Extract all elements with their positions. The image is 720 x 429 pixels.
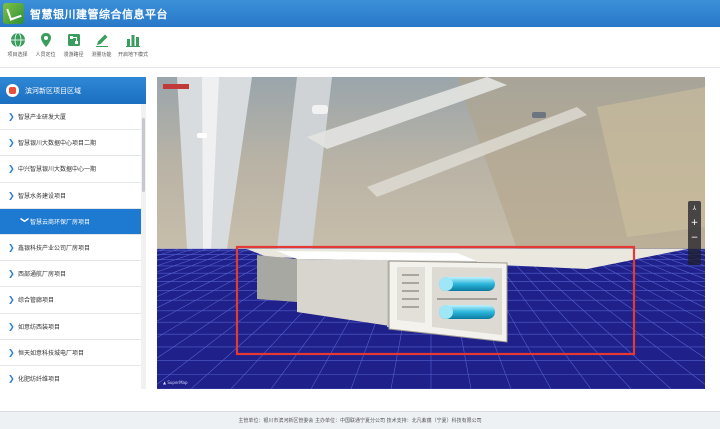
sidebar-item-bigdata-phase2[interactable]: ❯ 智慧银川大数据中心项目二期 bbox=[0, 130, 146, 157]
sidebar-item-label: 中兴智慧银川大数据中心一期 bbox=[18, 166, 97, 174]
sidebar-item-label: 智慧银川大数据中心项目二期 bbox=[18, 140, 97, 148]
chevron-right-icon: ❯ bbox=[8, 347, 15, 357]
app-title: 智慧银川建管综合信息平台 bbox=[30, 7, 168, 21]
chevron-right-icon: ❯ bbox=[8, 373, 15, 383]
globe-icon bbox=[10, 32, 25, 48]
sidebar-item-zte-bigdata-phase1[interactable]: ❯ 中兴智慧银川大数据中心一期 bbox=[0, 156, 146, 183]
map-3d-viewport[interactable]: ▲ SuperMap ⅄ + − bbox=[157, 77, 705, 389]
tool-label: 测量功能 bbox=[91, 52, 112, 58]
chevron-right-icon: ❯ bbox=[8, 138, 15, 148]
chevron-right-icon: ❯ bbox=[8, 164, 15, 174]
pipe-end bbox=[439, 305, 453, 319]
pipe-end bbox=[439, 277, 453, 291]
sidebar-item-eco-plant[interactable]: ❯ 智慧云商环保厂房项目 bbox=[0, 208, 146, 235]
chevron-right-icon: ❯ bbox=[8, 269, 15, 279]
sidebar-item-hengtian-power[interactable]: ❯ 恒天如意科技城电厂项目 bbox=[0, 340, 146, 366]
sidebar-item-label: 鑫银科技产业公司厂房项目 bbox=[18, 245, 91, 253]
sidebar-item-western-aviation[interactable]: ❯ 西部通航厂房项目 bbox=[0, 261, 146, 288]
zoom-out-button[interactable]: − bbox=[691, 231, 699, 246]
measure-pencil-icon bbox=[95, 34, 108, 47]
sidebar-header-label: 滨河新区项目区域 bbox=[25, 86, 81, 95]
project-sidebar: 滨河新区项目区域 ❯ 智慧产业研发大厦 ❯ 智慧银川大数据中心项目二期 ❯ 中兴… bbox=[0, 77, 146, 389]
sidebar-item-label: 综合管廊项目 bbox=[18, 297, 55, 305]
app-window: 智慧银川建管综合信息平台 项目选择 人员定位 漫游路径 测量功能 开启地下模式 … bbox=[0, 0, 720, 429]
chevron-right-icon: ❯ bbox=[8, 321, 15, 331]
chevron-right-icon: ❯ bbox=[8, 112, 15, 122]
sidebar-item-xinyin-plant[interactable]: ❯ 鑫银科技产业公司厂房项目 bbox=[0, 235, 146, 262]
footer-text: 主管单位：银川市滨河新区管委会 主办单位：中国联通宁夏分公司 技术支持：北凡紫蕴… bbox=[238, 418, 482, 424]
tool-label: 漫游路径 bbox=[63, 52, 84, 58]
chevron-down-icon: ❯ bbox=[20, 216, 30, 224]
sidebar-item-utility-tunnel[interactable]: ❯ 综合管廊项目 bbox=[0, 287, 146, 314]
sidebar-header[interactable]: 滨河新区项目区域 bbox=[0, 77, 146, 104]
sidebar-item-label: 恒天如意科技城电厂项目 bbox=[18, 349, 85, 357]
sidebar-scrollbar[interactable] bbox=[141, 104, 146, 389]
project-select-button[interactable]: 项目选择 bbox=[4, 27, 31, 58]
tool-label: 人员定位 bbox=[35, 52, 56, 58]
scene-canvas bbox=[157, 77, 705, 389]
chevron-right-icon: ❯ bbox=[8, 295, 15, 305]
sidebar-item-smart-water[interactable]: ❯ 智慧水务建设项目 bbox=[0, 183, 146, 209]
tool-label: 项目选择 bbox=[7, 52, 28, 58]
personnel-location-button[interactable]: 人员定位 bbox=[32, 27, 59, 58]
vehicle bbox=[197, 133, 207, 138]
footer: 主管单位：银川市滨河新区管委会 主办单位：中国联通宁夏分公司 技术支持：北凡紫蕴… bbox=[0, 411, 720, 429]
scrollbar-thumb[interactable] bbox=[142, 118, 145, 192]
compass-icon[interactable]: ⅄ bbox=[693, 201, 697, 216]
region-icon bbox=[6, 84, 19, 97]
route-icon bbox=[67, 34, 80, 46]
vehicle bbox=[312, 105, 328, 114]
sidebar-item-label: 智慧水务建设项目 bbox=[18, 192, 67, 200]
roaming-path-button[interactable]: 漫游路径 bbox=[60, 27, 87, 58]
map-credit: ▲ SuperMap bbox=[163, 380, 188, 385]
project-list: ❯ 智慧产业研发大厦 ❯ 智慧银川大数据中心项目二期 ❯ 中兴智慧银川大数据中心… bbox=[0, 104, 146, 389]
sidebar-item-label: 西部通航厂房项目 bbox=[18, 271, 67, 279]
title-bar: 智慧银川建管综合信息平台 bbox=[0, 0, 720, 27]
sidebar-item-ruyi-suits[interactable]: ❯ 如意纺西装项目 bbox=[0, 314, 146, 340]
sidebar-item-label: 智慧云商环保厂房项目 bbox=[30, 218, 91, 226]
chevron-right-icon: ❯ bbox=[8, 190, 15, 200]
sidebar-item-research-building[interactable]: ❯ 智慧产业研发大厦 bbox=[0, 104, 146, 131]
sidebar-item-label: 智慧产业研发大厦 bbox=[18, 114, 67, 122]
app-logo bbox=[3, 3, 24, 24]
vehicle bbox=[532, 112, 546, 118]
sidebar-item-label: 如意纺西装项目 bbox=[18, 323, 61, 331]
underground-mode-icon bbox=[126, 35, 140, 47]
tool-label: 开启地下模式 bbox=[117, 52, 148, 58]
zoom-in-button[interactable]: + bbox=[691, 216, 699, 231]
underground-mode-button[interactable]: 开启地下模式 bbox=[116, 27, 150, 58]
map-overlay-tag bbox=[163, 84, 189, 89]
sidebar-item-fiber-project[interactable]: ❯ 化肥纺纤维项目 bbox=[0, 366, 146, 389]
zoom-control: ⅄ + − bbox=[688, 201, 701, 265]
sidebar-item-label: 化肥纺纤维项目 bbox=[18, 375, 61, 383]
measure-button[interactable]: 测量功能 bbox=[88, 27, 115, 58]
tunnel-side-wall bbox=[257, 255, 297, 302]
location-pin-icon bbox=[40, 33, 51, 47]
chevron-right-icon: ❯ bbox=[8, 243, 15, 253]
toolbar: 项目选择 人员定位 漫游路径 测量功能 开启地下模式 bbox=[0, 27, 720, 68]
